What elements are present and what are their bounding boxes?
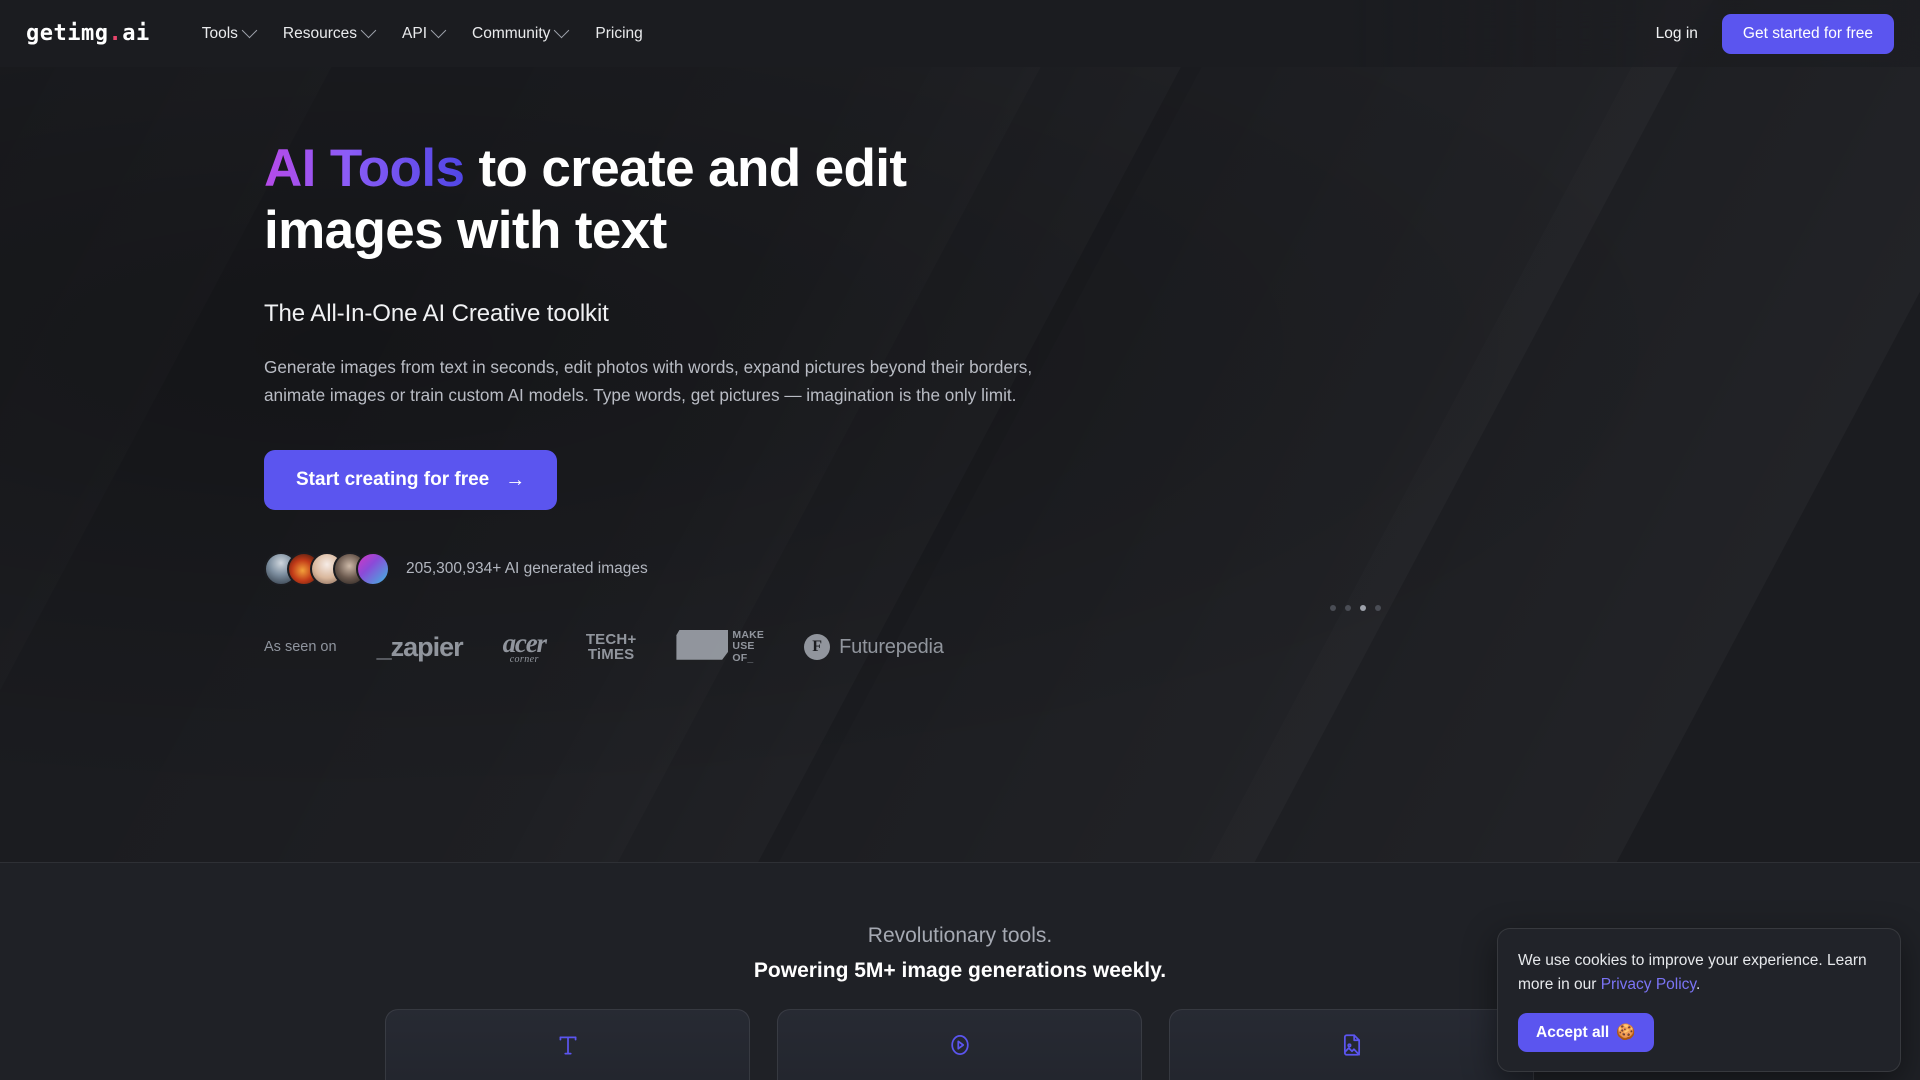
accept-all-cookies-button[interactable]: Accept all 🍪 <box>1518 1013 1654 1053</box>
nav-item-label: Community <box>472 24 551 42</box>
login-link[interactable]: Log in <box>1638 16 1716 52</box>
brand-logo-make-use-of: MAKE USE OF_ <box>676 629 764 665</box>
hero-carousel-dots[interactable] <box>1330 605 1381 611</box>
nav-item-resources[interactable]: Resources <box>269 17 388 51</box>
make-use-of-words: MAKE USE OF_ <box>732 629 764 665</box>
nav-item-label: Resources <box>282 24 358 42</box>
brand-logo-acer-corner: acer corner <box>502 627 547 665</box>
nav-actions: Log in Get started for free <box>1638 13 1894 54</box>
nav-item-api[interactable]: API <box>388 17 458 51</box>
tool-card-text-to-image[interactable] <box>385 1009 750 1080</box>
headline-accent: AI Tools <box>264 139 465 198</box>
logo-text: getimg <box>26 21 109 46</box>
zapier-wordmark: _zapier <box>376 631 464 662</box>
chevron-down-icon <box>430 22 447 39</box>
start-creating-label: Start creating for free <box>296 468 490 490</box>
nav-item-pricing[interactable]: Pricing <box>581 17 656 51</box>
as-seen-on-row: As seen on _zapier acer corner TECH+ TiM… <box>264 627 1094 665</box>
chevron-down-icon <box>241 22 258 39</box>
avatar-stack <box>264 551 390 586</box>
play-circle-icon <box>947 1031 973 1059</box>
site-logo[interactable]: getimg.ai <box>26 21 150 46</box>
hero-description: Generate images from text in seconds, ed… <box>264 357 1033 405</box>
nav-item-label: Tools <box>201 24 238 42</box>
get-started-button[interactable]: Get started for free <box>1721 13 1894 54</box>
nav-item-tools[interactable]: Tools <box>188 17 269 51</box>
carousel-dot-1[interactable] <box>1330 605 1336 611</box>
as-seen-on-label: As seen on <box>264 639 337 656</box>
brand-logo-zapier: _zapier <box>376 631 464 663</box>
futurepedia-wordmark: Futurepedia <box>839 635 944 658</box>
nav-links: Tools Resources API Community Pricing <box>188 17 657 51</box>
carousel-dot-3[interactable] <box>1360 605 1366 611</box>
chevron-down-icon <box>554 22 570 39</box>
tool-card-video[interactable] <box>777 1009 1142 1080</box>
chevron-down-icon <box>360 22 377 39</box>
privacy-policy-link[interactable]: Privacy Policy <box>1601 976 1696 993</box>
hero-copy: AI Tools to create and edit images with … <box>264 138 1094 665</box>
tool-card-image-file[interactable] <box>1169 1009 1534 1080</box>
social-proof-row: 205,300,934+ AI generated images <box>264 551 1094 586</box>
carousel-dot-4[interactable] <box>1375 605 1381 611</box>
arrow-right-icon: → <box>505 468 526 491</box>
tech-times-line2: TiMES <box>587 646 635 664</box>
hero-image-collage <box>1090 0 1920 640</box>
futurepedia-badge-icon: F <box>804 634 831 661</box>
cookie-consent-banner: We use cookies to improve your experienc… <box>1497 928 1901 1073</box>
top-navigation-bar: getimg.ai Tools Resources API Community … <box>0 0 1920 67</box>
nav-item-label: Pricing <box>595 24 643 42</box>
brand-logo-tech-times: TECH+ TiMES <box>586 632 637 663</box>
generated-images-count: 205,300,934+ AI generated images <box>406 559 648 577</box>
accept-all-label: Accept all <box>1536 1023 1610 1041</box>
acer-subtext: corner <box>509 653 539 665</box>
nav-item-label: API <box>402 24 427 42</box>
avatar <box>356 551 390 586</box>
page-root: getimg.ai Tools Resources API Community … <box>0 0 1920 1080</box>
make-use-of-shape-icon <box>676 629 729 660</box>
tool-cards-row <box>385 1009 1534 1080</box>
page-title: AI Tools to create and edit images with … <box>264 138 1094 262</box>
cookie-message: We use cookies to improve your experienc… <box>1518 949 1880 996</box>
brand-logo-futurepedia: F Futurepedia <box>804 634 944 661</box>
hero-subheadline: The All-In-One AI Creative toolkit <box>264 300 609 327</box>
cookie-text-after: . <box>1696 975 1701 993</box>
logo-suffix: ai <box>122 21 150 46</box>
nav-item-community[interactable]: Community <box>458 17 581 51</box>
logo-dot: . <box>108 21 123 46</box>
muo-line3: OF_ <box>732 652 754 665</box>
cookie-emoji-icon: 🍪 <box>1616 1024 1636 1042</box>
tech-times-line1: TECH+ <box>585 631 637 649</box>
carousel-dot-2[interactable] <box>1345 605 1351 611</box>
text-type-icon <box>555 1031 581 1059</box>
start-creating-button[interactable]: Start creating for free → <box>264 449 558 510</box>
image-file-icon <box>1339 1031 1365 1059</box>
acer-wordmark: acer <box>502 627 547 658</box>
